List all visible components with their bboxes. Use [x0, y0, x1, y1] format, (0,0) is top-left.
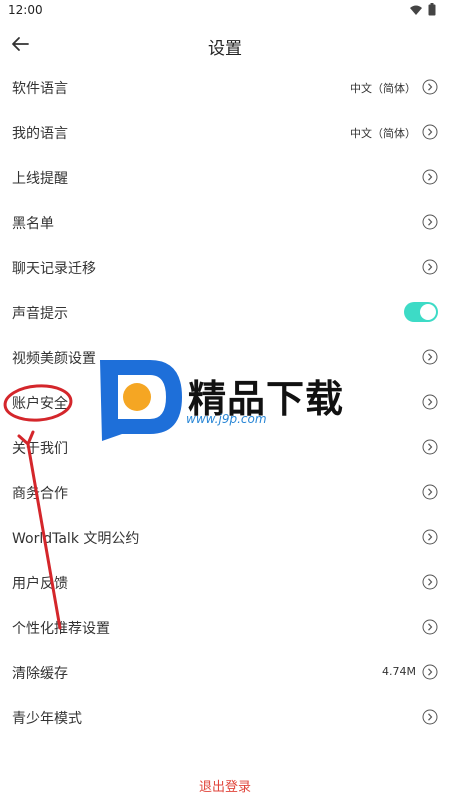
- header: 设置: [0, 22, 450, 68]
- settings-item-label: 商务合作: [12, 486, 68, 502]
- settings-item-label: 上线提醒: [12, 171, 68, 187]
- status-bar: 12:00: [0, 0, 450, 22]
- settings-item-teen-mode[interactable]: 青少年模式: [0, 695, 450, 740]
- settings-item-label: 聊天记录迁移: [12, 261, 96, 277]
- toggle-knob: [420, 304, 436, 320]
- settings-item-label: 账户安全: [12, 396, 68, 412]
- settings-item-sound-alert: 声音提示: [0, 290, 450, 335]
- settings-item-label: 软件语言: [12, 81, 68, 97]
- settings-item-chat-migration[interactable]: 聊天记录迁移: [0, 245, 450, 290]
- chevron-right-icon: [422, 529, 438, 545]
- settings-item-clear-cache[interactable]: 清除缓存 4.74M: [0, 650, 450, 695]
- battery-icon: [428, 3, 436, 16]
- logout-button[interactable]: 退出登录: [0, 776, 450, 795]
- sound-alert-toggle[interactable]: [404, 302, 438, 322]
- settings-item-blacklist[interactable]: 黑名单: [0, 200, 450, 245]
- settings-item-online-reminder[interactable]: 上线提醒: [0, 155, 450, 200]
- settings-item-label: 声音提示: [12, 306, 68, 322]
- settings-item-label: 我的语言: [12, 126, 68, 142]
- chevron-right-icon: [422, 619, 438, 635]
- settings-item-value: 中文（简体）: [350, 82, 416, 95]
- settings-item-label: 用户反馈: [12, 576, 68, 592]
- chevron-right-icon: [422, 169, 438, 185]
- settings-item-my-language[interactable]: 我的语言 中文（简体）: [0, 110, 450, 155]
- chevron-right-icon: [422, 349, 438, 365]
- settings-item-label: 清除缓存: [12, 666, 68, 682]
- page-title: 设置: [208, 39, 242, 59]
- chevron-right-icon: [422, 484, 438, 500]
- watermark-url: www.j9p.com: [186, 412, 267, 426]
- settings-item-civility-pact[interactable]: WorldTalk 文明公约: [0, 515, 450, 560]
- settings-item-label: 个性化推荐设置: [12, 621, 110, 637]
- settings-item-feedback[interactable]: 用户反馈: [0, 560, 450, 605]
- status-time: 12:00: [8, 3, 43, 17]
- settings-item-software-language[interactable]: 软件语言 中文（简体）: [0, 65, 450, 110]
- settings-item-personalized-recs[interactable]: 个性化推荐设置: [0, 605, 450, 650]
- settings-item-label: 青少年模式: [12, 711, 82, 727]
- wifi-icon: [410, 5, 422, 15]
- settings-item-label: 视频美颜设置: [12, 351, 96, 367]
- settings-item-label: 黑名单: [12, 216, 54, 232]
- chevron-right-icon: [422, 79, 438, 95]
- settings-item-label: WorldTalk 文明公约: [12, 531, 140, 547]
- chevron-right-icon: [422, 574, 438, 590]
- chevron-right-icon: [422, 259, 438, 275]
- status-icons: [410, 3, 436, 16]
- settings-item-value: 中文（简体）: [350, 127, 416, 140]
- cache-size-value: 4.74M: [382, 665, 416, 678]
- chevron-right-icon: [422, 214, 438, 230]
- settings-item-label: 关于我们: [12, 441, 68, 457]
- chevron-right-icon: [422, 124, 438, 140]
- chevron-right-icon: [422, 394, 438, 410]
- chevron-right-icon: [422, 664, 438, 680]
- chevron-right-icon: [422, 439, 438, 455]
- settings-item-business[interactable]: 商务合作: [0, 470, 450, 515]
- chevron-right-icon: [422, 709, 438, 725]
- settings-item-about-us[interactable]: 关于我们: [0, 425, 450, 470]
